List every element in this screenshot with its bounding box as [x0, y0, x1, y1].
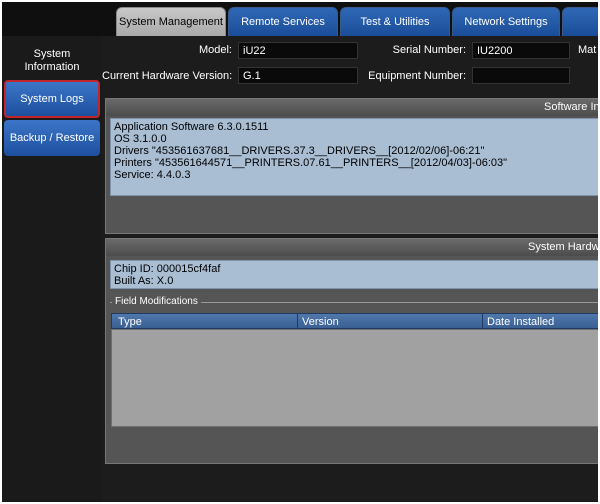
equipment-number-field[interactable]: [472, 67, 570, 84]
column-header-type[interactable]: Type: [118, 316, 142, 328]
tab-network-settings[interactable]: Network Settings: [452, 7, 560, 36]
software-line: Drivers "453561637681__DRIVERS.37.3__DRI…: [114, 145, 485, 157]
field-modifications-table-body[interactable]: [111, 329, 598, 427]
column-divider: [297, 314, 298, 328]
tab-system-management[interactable]: System Management: [116, 7, 226, 36]
hardware-info-panel: System Hardwa Chip ID: 000015cf4faf Buil…: [105, 238, 598, 464]
hardware-info-title: System Hardwa: [528, 241, 598, 253]
field-modifications-table-header: Type Version Date Installed: [111, 313, 598, 329]
software-line: Printers "453561644571__PRINTERS.07.61__…: [114, 157, 508, 169]
software-info-panel: Software In Application Software 6.3.0.1…: [105, 98, 598, 234]
serial-number-field[interactable]: IU2200: [472, 42, 570, 59]
sidebar-item-system-logs[interactable]: System Logs: [4, 80, 100, 118]
column-header-version[interactable]: Version: [302, 316, 339, 328]
column-divider: [482, 314, 483, 328]
model-label: Model:: [198, 44, 232, 56]
sidebar-item-label: System Information: [24, 48, 80, 73]
hardware-line: Built As: X.0: [114, 275, 174, 287]
mat-label: Mat: [578, 44, 597, 56]
software-line: Service: 4.4.0.3: [114, 169, 191, 181]
sidebar-item-backup-restore[interactable]: Backup / Restore: [4, 120, 100, 156]
serial-number-label: Serial Number:: [392, 44, 466, 56]
hardware-line: Chip ID: 000015cf4faf: [114, 263, 221, 275]
panel-header: Software In: [106, 99, 598, 116]
equipment-number-label: Equipment Number:: [368, 70, 466, 82]
sidebar: System Information System Logs Backup / …: [2, 36, 102, 502]
tab-remote-services[interactable]: Remote Services: [228, 7, 338, 36]
hardware-info-text: Chip ID: 000015cf4faf Built As: X.0: [110, 260, 598, 289]
tab-test-utilities[interactable]: Test & Utilities: [340, 7, 450, 36]
hardware-version-field[interactable]: G.1: [238, 67, 358, 84]
model-field[interactable]: iU22: [238, 42, 358, 59]
hardware-version-label: Current Hardware Version:: [102, 70, 233, 82]
software-info-title: Software In: [544, 101, 598, 113]
field-modifications-title: Field Modifications: [112, 296, 201, 307]
sidebar-item-system-information[interactable]: System Information: [4, 42, 100, 80]
tab-bar: System Management Remote Services Test &…: [2, 2, 598, 36]
software-line: Application Software 6.3.0.1511: [114, 121, 269, 133]
sidebar-item-label: System Logs: [20, 92, 84, 105]
software-line: OS 3.1.0.0: [114, 133, 167, 145]
software-info-text: Application Software 6.3.0.1511 OS 3.1.0…: [110, 118, 598, 196]
sidebar-item-label: Backup / Restore: [9, 131, 95, 144]
tab-overflow[interactable]: [562, 7, 598, 36]
app-screen: System Management Remote Services Test &…: [2, 2, 598, 502]
column-header-date-installed[interactable]: Date Installed: [487, 316, 554, 328]
panel-header: System Hardwa: [106, 239, 598, 256]
